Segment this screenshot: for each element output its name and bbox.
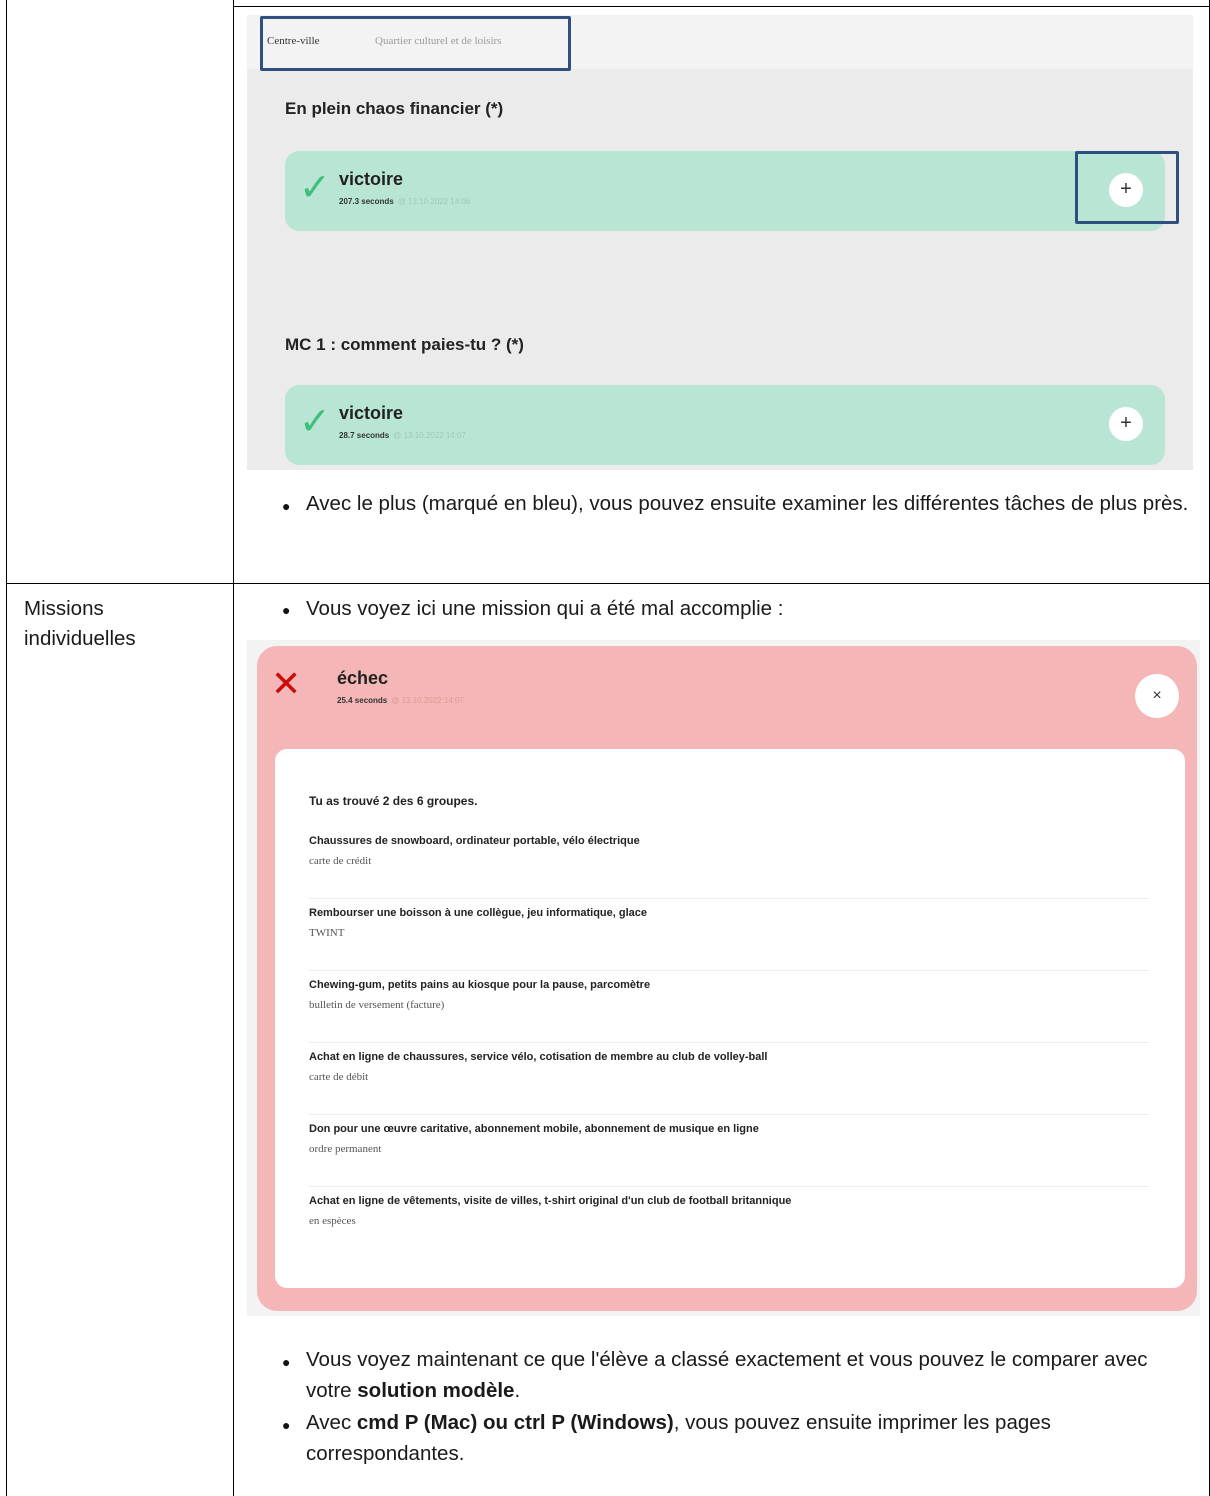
group-answer: TWINT (309, 927, 345, 939)
summary-text: Tu as trouvé 2 des 6 groupes. (309, 794, 478, 808)
bullet-dot: ● (282, 602, 291, 618)
result-timestamp: @ 13.10.2022 14:06 (397, 197, 471, 206)
result-time: 25.4 seconds (337, 696, 388, 705)
group-items: Achat en ligne de vêtements, visite de v… (309, 1195, 792, 1207)
table-left-border (6, 0, 7, 1496)
screenshot-mission-overview: Centre-ville Quartier culturel et de loi… (247, 15, 1193, 470)
group-answer: bulletin de versement (facture) (309, 999, 445, 1011)
result-card-success: ✓ victoire 207.3 seconds @ 13.10.2022 14:… (285, 151, 1165, 231)
instruction-emphasis: solution modèle (357, 1379, 515, 1402)
result-meta: 25.4 seconds @ 13.10.2022 14:07 (337, 696, 464, 705)
instruction-text: Vous voyez maintenant ce que l'élève a c… (306, 1344, 1194, 1406)
result-meta: 28.7 seconds @ 13.10.2022 14:07 (339, 431, 466, 440)
result-title: victoire (339, 169, 404, 189)
result-timestamp: @ 13.10.2022 14:07 (393, 431, 466, 440)
table-top-border (233, 6, 1210, 7)
bullet-dot: ● (282, 1417, 291, 1433)
check-icon: ✓ (299, 401, 331, 443)
cross-icon: ✕ (271, 663, 302, 704)
bullet-dot: ● (282, 498, 291, 514)
instruction-text: Avec le plus (marqué en bleu), vous pouv… (306, 492, 1189, 515)
group-items: Chewing-gum, petits pains au kiosque pou… (309, 979, 651, 991)
result-title: victoire (339, 403, 404, 423)
group-item: Rembourser une boisson à une collègue, j… (309, 907, 1149, 971)
section-title: MC 1 : comment paies-tu ? (*) (285, 335, 524, 354)
check-icon: ✓ (299, 167, 331, 209)
result-meta: 207.3 seconds @ 13.10.2022 14:06 (339, 197, 470, 206)
group-items: Chaussures de snowboard, ordinateur port… (309, 835, 640, 847)
group-items: Achat en ligne de chaussures, service vé… (309, 1051, 768, 1063)
result-card-success: ✓ victoire 28.7 seconds @ 13.10.2022 14:0… (285, 385, 1165, 465)
plus-highlight-box (1075, 151, 1179, 224)
tabs-highlight-box (260, 16, 571, 71)
result-card-failure: ✕ échec 25.4 seconds @ 13.10.2022 14:07 ×… (257, 646, 1197, 1311)
table-row-divider (6, 583, 1210, 584)
group-item: Chaussures de snowboard, ordinateur port… (309, 835, 1149, 899)
group-item: Don pour une œuvre caritative, abonnemen… (309, 1123, 1149, 1187)
group-items: Rembourser une boisson à une collègue, j… (309, 907, 648, 919)
instruction-text: Vous voyez ici une mission qui a été mal… (306, 597, 784, 620)
instruction-emphasis: cmd P (Mac) ou ctrl P (Windows) (356, 1411, 674, 1434)
section-title: En plein chaos financier (*) (285, 99, 504, 118)
row-label: Missions individuelles (24, 597, 136, 650)
group-item: Chewing-gum, petits pains au kiosque pou… (309, 979, 1149, 1043)
group-answer: carte de débit (309, 1071, 369, 1083)
result-timestamp: @ 13.10.2022 14:07 (391, 696, 464, 705)
group-item: Achat en ligne de vêtements, visite de v… (309, 1195, 1149, 1259)
instruction-text-part: . (514, 1379, 521, 1402)
bullet-dot: ● (282, 1354, 291, 1370)
close-button[interactable]: × (1135, 674, 1179, 718)
group-items: Don pour une œuvre caritative, abonnemen… (309, 1123, 759, 1135)
group-answer: en espèces (309, 1215, 356, 1227)
expand-plus-button[interactable]: + (1109, 407, 1143, 441)
group-answer: carte de crédit (309, 855, 372, 867)
result-time: 28.7 seconds (339, 431, 390, 440)
table-column-divider (233, 0, 234, 1496)
group-answer: ordre permanent (309, 1143, 382, 1155)
group-item: Achat en ligne de chaussures, service vé… (309, 1051, 1149, 1115)
instruction-text: Avec cmd P (Mac) ou ctrl P (Windows), vo… (306, 1407, 1194, 1469)
instruction-text-part: Avec (306, 1411, 357, 1434)
screenshot-mission-detail: ✕ échec 25.4 seconds @ 13.10.2022 14:07 ×… (247, 640, 1200, 1316)
result-title: échec (337, 668, 389, 688)
result-time: 207.3 seconds (339, 197, 394, 206)
detail-panel: Tu as trouvé 2 des 6 groupes. Chaussures… (275, 749, 1185, 1288)
